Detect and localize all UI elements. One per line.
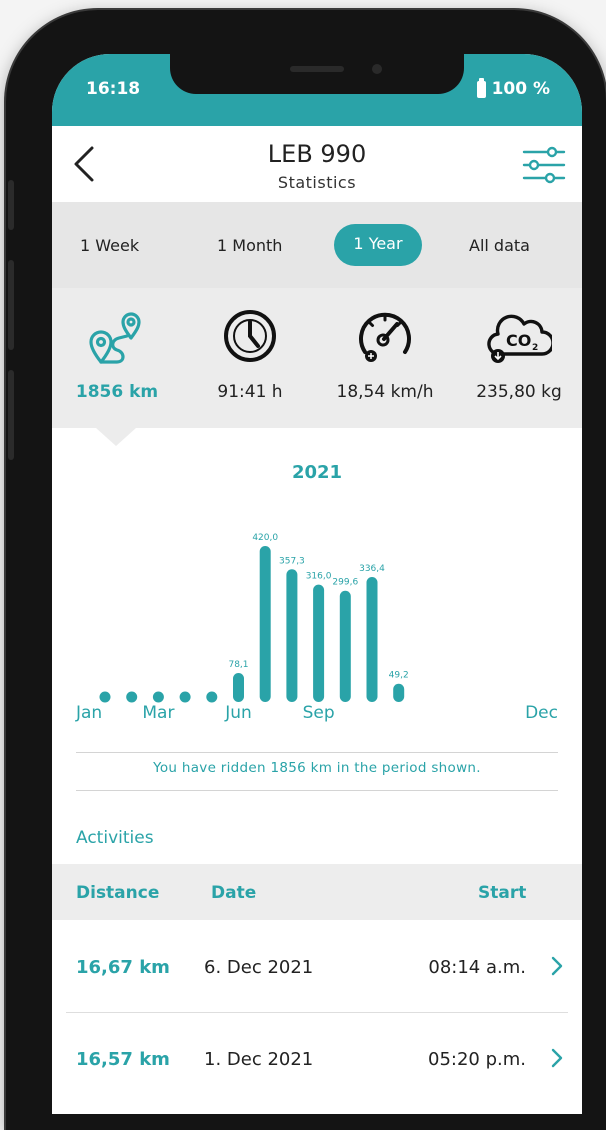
stat-speed-value: 18,54 km/h xyxy=(336,382,434,402)
stat-distance[interactable]: 1856 km xyxy=(62,306,172,402)
stat-duration[interactable]: 91:41 h xyxy=(195,306,305,402)
chart-value-label: 420,0 xyxy=(252,533,278,543)
page-subtitle: Statistics xyxy=(277,173,357,192)
stat-speed[interactable]: 18,54 km/h xyxy=(330,306,440,402)
stats-panel: 1856 km 91:41 h 18,54 km/h CO 2 235,80 k… xyxy=(52,288,582,428)
phone-frame: 16:18 100 % LEB 990 Statistics 1 Week 1 … xyxy=(6,10,606,1130)
chart-bar-aug xyxy=(286,569,298,702)
chart-svg: Jan Mar 78,1 Jun 420,0 357,3316,0 Sep 299,6336,… xyxy=(75,533,558,723)
svg-text:CO: CO xyxy=(506,331,531,350)
filter-settings-icon[interactable] xyxy=(522,144,566,186)
notch xyxy=(170,54,464,94)
distance-chart: 2021 Jan Mar 78,1 Jun 420,0 357,3 316,0 Sep 299,… xyxy=(52,428,582,748)
chart-bar-oct xyxy=(339,590,351,702)
volume-up-button xyxy=(8,260,14,350)
chart-value-label: 357,3 xyxy=(279,556,305,566)
activity-date: 6. Dec 2021 xyxy=(204,957,314,978)
co2-cloud-icon: CO 2 xyxy=(487,314,552,363)
chart-tick-label: Jun xyxy=(224,703,252,723)
route-icon xyxy=(89,312,141,364)
chart-bar-feb xyxy=(126,691,138,703)
page-title: LEB 990 xyxy=(267,140,367,168)
activities-table-header: Distance Date Start xyxy=(52,864,582,920)
chart-value-label: 316,0 xyxy=(306,572,332,582)
chart-value-label: 299,6 xyxy=(332,578,358,588)
activity-distance: 16,57 km xyxy=(76,1049,170,1070)
mute-switch xyxy=(8,180,14,230)
activity-row[interactable]: 16,57 km 1. Dec 2021 05:20 p.m. xyxy=(52,1013,582,1105)
period-1-year[interactable]: 1 Year xyxy=(334,224,422,266)
chart-bar-nov xyxy=(366,577,378,702)
activity-start: 05:20 p.m. xyxy=(428,1049,526,1070)
status-time: 16:18 xyxy=(86,79,141,99)
column-start[interactable]: Start xyxy=(478,883,526,903)
svg-text:2: 2 xyxy=(532,343,538,353)
speaker xyxy=(290,66,344,72)
front-camera xyxy=(372,64,382,74)
summary-divider-bottom xyxy=(76,790,558,791)
stat-co2-value: 235,80 kg xyxy=(476,382,562,402)
stat-duration-value: 91:41 h xyxy=(217,382,283,402)
battery-icon xyxy=(476,77,486,98)
battery-status: 100 % xyxy=(476,77,550,99)
column-date[interactable]: Date xyxy=(211,883,256,903)
chart-bar-mar xyxy=(152,691,164,703)
activity-distance: 16,67 km xyxy=(76,957,170,978)
activity-date: 1. Dec 2021 xyxy=(204,1049,314,1070)
chevron-right-icon[interactable] xyxy=(550,1048,564,1068)
summary-text: You have ridden 1856 km in the period sh… xyxy=(153,760,481,776)
column-distance[interactable]: Distance xyxy=(76,883,159,903)
stat-distance-value: 1856 km xyxy=(75,382,159,402)
period-1-month[interactable]: 1 Month xyxy=(217,236,282,255)
activity-start: 08:14 a.m. xyxy=(428,957,526,978)
chart-value-label: 336,4 xyxy=(359,564,385,574)
app-header: LEB 990 Statistics xyxy=(52,126,582,202)
activities-heading: Activities xyxy=(76,828,154,848)
chart-tick-label: Mar xyxy=(142,703,174,723)
volume-down-button xyxy=(8,370,14,460)
chart-bar-sep xyxy=(313,584,325,702)
chart-value-label: 78,1 xyxy=(228,660,248,670)
summary-divider-top xyxy=(76,752,558,753)
chart-tick-label: Dec xyxy=(525,703,558,723)
chart-bar-may xyxy=(206,691,218,703)
chevron-right-icon[interactable] xyxy=(550,956,564,976)
chart-bar-jul xyxy=(259,546,271,702)
chart-bar-dec xyxy=(393,683,405,702)
chart-tick-label: Jan xyxy=(75,703,102,723)
chart-bar-jan xyxy=(99,691,111,703)
period-selector: 1 Week 1 Month 1 Year All data xyxy=(52,202,582,288)
chart-value-label: 49,2 xyxy=(389,671,409,681)
chart-bar-apr xyxy=(179,691,191,703)
battery-level: 100 % xyxy=(491,79,550,99)
speedometer-icon xyxy=(359,312,411,362)
period-1-week[interactable]: 1 Week xyxy=(80,236,139,255)
activity-row[interactable]: 16,67 km 6. Dec 2021 08:14 a.m. xyxy=(52,920,582,1012)
app-screen: 16:18 100 % LEB 990 Statistics 1 Week 1 … xyxy=(52,54,582,1114)
clock-icon xyxy=(224,310,276,362)
period-all-data[interactable]: All data xyxy=(469,236,530,255)
chart-tick-label: Sep xyxy=(303,703,335,723)
chart-bar-jun xyxy=(233,672,244,702)
stat-co2[interactable]: CO 2 235,80 kg xyxy=(464,306,574,402)
